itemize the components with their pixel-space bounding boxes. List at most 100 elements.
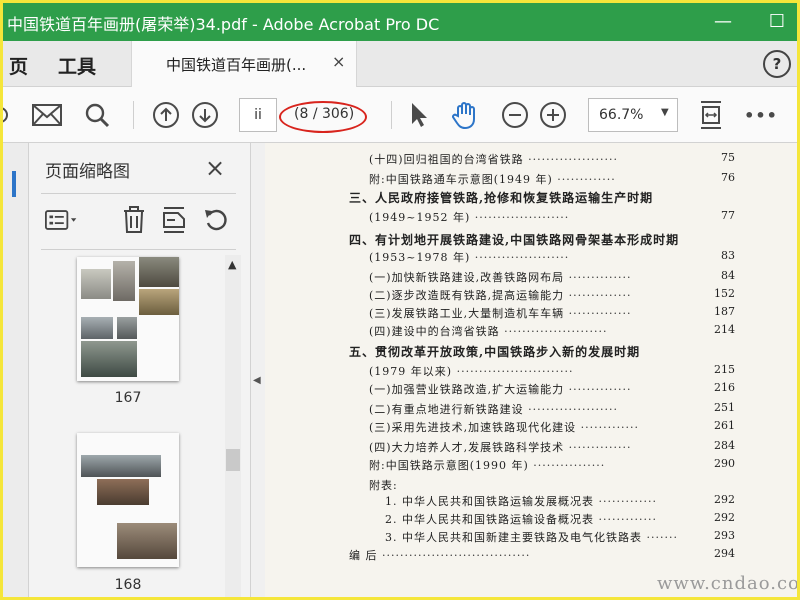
toc-text: 附:中国铁路示意图(1990 年): [369, 459, 529, 472]
toc-line: 2. 中华人民共和国铁路运输设备概况表 ·············: [385, 511, 657, 527]
title-bar: 中国铁道百年画册(屠荣举)34.pdf - Adobe Acrobat Pro …: [3, 3, 797, 41]
photo-thumbnail: [139, 257, 179, 287]
toc-page-number: 75: [721, 151, 735, 164]
more-tools-icon[interactable]: •••: [744, 99, 777, 131]
toc-text: (1979 年以来): [369, 365, 453, 378]
pdf-page: 75 (十四)回归祖国的台湾省铁路 ···················· 76 附…: [265, 143, 797, 597]
toc-text: 附表:: [369, 479, 398, 492]
toc-text: 3. 中华人民共和国新建主要铁路及电气化铁路表: [385, 531, 642, 544]
toc-line: 三、人民政府接管铁路,抢修和恢复铁路运输生产时期: [349, 189, 653, 206]
toolbar-divider: [391, 101, 392, 129]
toc-text: 三、人民政府接管铁路,抢修和恢复铁路运输生产时期: [349, 191, 654, 205]
toc-leader-dots: ··············: [564, 441, 632, 454]
red-annotation-oval: [279, 101, 367, 133]
thumbnail-scrollbar[interactable]: ▲: [225, 255, 241, 597]
collapse-panel-icon[interactable]: ◀: [253, 375, 261, 386]
tab-tools[interactable]: 工具: [58, 52, 96, 79]
toc-line: (四)建设中的台湾省铁路 ·······················: [369, 323, 608, 339]
toc-text: 编 后: [349, 549, 378, 562]
toc-page-number: 77: [721, 209, 735, 222]
minimize-button[interactable]: —: [709, 9, 737, 35]
hand-tool-icon[interactable]: [450, 99, 482, 131]
help-button[interactable]: ?: [763, 50, 791, 78]
toc-text: 附:中国铁路通车示意图(1949 年): [369, 173, 553, 186]
photo-thumbnail: [117, 523, 177, 559]
toc-leader-dots: ····················: [523, 153, 619, 166]
insert-page-icon[interactable]: [157, 203, 191, 237]
panel-divider: [41, 193, 236, 194]
toc-line: (1953~1978 年) ·····················: [369, 249, 569, 265]
toc-line: 1. 中华人民共和国铁路运输发展概况表 ·············: [385, 493, 657, 509]
toc-page-number: 83: [721, 249, 735, 262]
zoom-in-icon[interactable]: [537, 99, 569, 131]
previous-page-icon[interactable]: [150, 99, 182, 131]
toc-leader-dots: ·············: [594, 495, 657, 508]
page-thumbnail-167[interactable]: [77, 257, 179, 381]
select-cursor-icon[interactable]: [403, 99, 435, 131]
panel-title: 页面缩略图: [45, 162, 130, 182]
toc-leader-dots: ·············: [552, 173, 616, 186]
zoom-out-icon[interactable]: [499, 99, 531, 131]
toc-text: (四)建设中的台湾省铁路: [369, 325, 500, 338]
close-tab-button[interactable]: ×: [332, 52, 345, 71]
tab-home[interactable]: 页: [9, 52, 28, 79]
toc-line: (一)加强营业铁路改造,扩大运输能力 ··············: [369, 381, 632, 397]
toc-page-number: 284: [714, 439, 735, 452]
main-toolbar: ii (8 / 306) 66.7% ▼ •••: [3, 87, 797, 143]
toc-leader-dots: ··············: [564, 289, 632, 302]
toc-text: (三)采用先进技术,加速铁路现代化建设: [369, 421, 577, 434]
maximize-button[interactable]: ☐: [763, 9, 791, 35]
page-number-input[interactable]: ii: [239, 98, 277, 132]
toc-page-number: 294: [714, 547, 735, 560]
toc-line: 四、有计划地开展铁路建设,中国铁路网骨架基本形成时期: [349, 231, 679, 248]
trash-icon[interactable]: [117, 203, 151, 237]
toc-page-number: 214: [714, 323, 735, 336]
navigation-rail: [3, 143, 29, 597]
thumbnail-label: 168: [114, 577, 142, 593]
toc-page-number: 251: [714, 401, 735, 414]
photo-thumbnail: [81, 317, 113, 339]
scroll-up-icon[interactable]: ▲: [228, 258, 236, 271]
rotate-icon[interactable]: [199, 203, 233, 237]
toc-page-number: 261: [714, 419, 735, 432]
toc-text: (一)加强营业铁路改造,扩大运输能力: [369, 383, 565, 396]
toc-text: (二)有重点地进行新铁路建设: [369, 403, 524, 416]
active-pane-indicator[interactable]: [12, 171, 16, 197]
close-panel-button[interactable]: ×: [205, 154, 225, 182]
toc-leader-dots: ·······: [642, 531, 678, 544]
toc-line: 3. 中华人民共和国新建主要铁路及电气化铁路表 ·······: [385, 529, 678, 545]
toc-page-number: 290: [714, 457, 735, 470]
toc-leader-dots: ··············: [564, 307, 632, 320]
photo-thumbnail: [113, 261, 135, 301]
next-page-icon[interactable]: [189, 99, 221, 131]
page-thumbnail-168[interactable]: [77, 433, 179, 567]
window-title: 中国铁道百年画册(屠荣举)34.pdf - Adobe Acrobat Pro …: [7, 15, 440, 34]
toc-line: (二)逐步改造既有铁路,提高运输能力 ··············: [369, 287, 632, 303]
toc-text: (1953~1978 年): [369, 251, 471, 264]
document-view[interactable]: 75 (十四)回归祖国的台湾省铁路 ···················· 76 附…: [265, 143, 797, 597]
thumbnail-options-icon[interactable]: [45, 203, 79, 237]
cloud-icon[interactable]: [3, 99, 21, 131]
toc-text: (二)逐步改造既有铁路,提高运输能力: [369, 289, 565, 302]
toc-page-number: 293: [714, 529, 735, 542]
toc-line: 五、贯彻改革开放政策,中国铁路步入新的发展时期: [349, 343, 640, 360]
panel-divider: [41, 249, 236, 250]
fit-page-icon[interactable]: [695, 99, 727, 131]
scrollbar-thumb[interactable]: [226, 449, 240, 471]
toc-leader-dots: ·····················: [470, 251, 570, 264]
toc-text: (十四)回归祖国的台湾省铁路: [369, 153, 524, 166]
toc-page-number: 152: [714, 287, 735, 300]
toc-line: (四)大力培养人才,发展铁路科学技术 ··············: [369, 439, 632, 455]
toc-line: (1979 年以来) ··························: [369, 363, 574, 379]
email-icon[interactable]: [31, 99, 63, 131]
search-icon[interactable]: [81, 99, 113, 131]
thumbnail-label: 167: [114, 390, 142, 406]
toc-text: (四)大力培养人才,发展铁路科学技术: [369, 441, 565, 454]
document-tab[interactable]: 中国铁道百年画册(... ×: [131, 41, 357, 87]
zoom-select[interactable]: 66.7% ▼: [588, 98, 678, 132]
toc-line: (十四)回归祖国的台湾省铁路 ····················: [369, 151, 618, 167]
photo-thumbnail: [117, 317, 137, 339]
toc-leader-dots: ··············: [564, 383, 632, 396]
page-thumbnails-panel: 页面缩略图 × 167 168 ▲: [29, 143, 251, 597]
toc-line: (三)采用先进技术,加速铁路现代化建设 ·············: [369, 419, 639, 435]
